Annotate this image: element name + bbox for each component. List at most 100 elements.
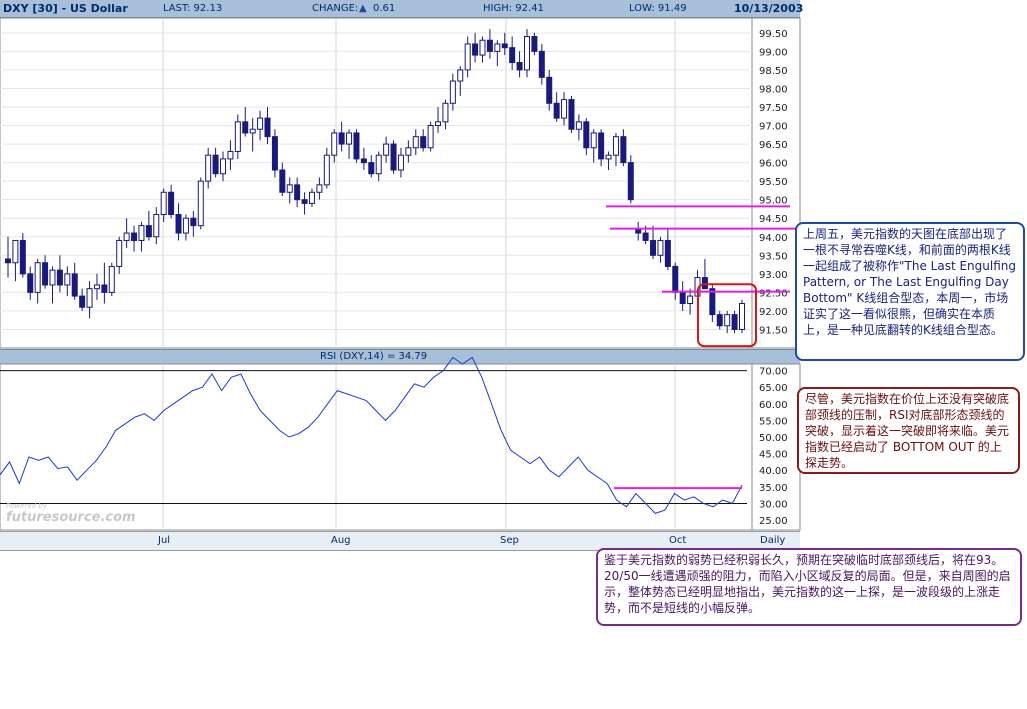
candle-body <box>635 228 642 234</box>
candle-body <box>657 239 664 256</box>
candle-body <box>301 199 308 204</box>
candle-body <box>153 214 160 238</box>
rsi-tick-label: 65.00 <box>759 383 788 394</box>
candle-body <box>212 154 219 175</box>
price-tick-label: 98.00 <box>759 84 788 95</box>
candle-body <box>672 265 679 293</box>
candle-body <box>516 61 523 71</box>
price-tick-label: 99.00 <box>759 47 788 58</box>
rsi-tick-label: 30.00 <box>759 499 788 510</box>
price-tick-label: 94.00 <box>759 233 788 244</box>
candle-body <box>494 43 501 52</box>
candle-body <box>190 217 197 227</box>
candle-body <box>724 314 731 327</box>
candle-body <box>664 239 671 267</box>
price-tick-label: 97.50 <box>759 103 788 114</box>
price-tick-label: 95.00 <box>759 196 788 207</box>
candle-body <box>435 121 442 127</box>
candle-body <box>286 184 293 193</box>
candle-body <box>523 36 530 71</box>
watermark-text: futuresource.com <box>6 510 136 525</box>
candle-body <box>464 43 471 71</box>
candle-body <box>5 258 11 264</box>
price-tick-label: 92.00 <box>759 307 788 318</box>
price-tick-label: 98.50 <box>759 66 788 77</box>
candle-body <box>642 232 649 241</box>
candle-body <box>716 314 723 327</box>
candle-body <box>353 132 360 160</box>
candle-body <box>86 288 93 308</box>
candle-body <box>412 136 419 149</box>
rsi-tick-label: 60.00 <box>759 400 788 411</box>
price-tick-label: 93.50 <box>759 251 788 262</box>
candle-body <box>234 121 241 152</box>
candle-body <box>227 150 234 160</box>
candle-body <box>346 132 353 145</box>
candle-body <box>71 273 78 297</box>
candle-body <box>739 303 745 330</box>
watermark: Powered by futuresource.com <box>6 502 136 525</box>
candle-body <box>131 232 138 241</box>
annotation-note-rsi: 尽管，美元指数在价位上还没有突破底部颈线的压制，RSI对底部形态颈线的突破，显示… <box>797 387 1020 474</box>
rsi-tick-label: 35.00 <box>759 483 788 494</box>
candle-body <box>546 76 553 104</box>
candle-body <box>182 217 189 234</box>
candle-body <box>509 47 516 63</box>
candle-body <box>627 162 634 201</box>
candle-body <box>701 277 708 290</box>
candle-body <box>145 225 152 238</box>
candle-body <box>405 147 412 156</box>
candle-body <box>731 314 738 330</box>
candle-body <box>331 132 338 156</box>
price-tick-label: 94.50 <box>759 214 788 225</box>
candle-body <box>479 39 486 56</box>
candle-body <box>390 143 397 171</box>
candle-body <box>205 154 212 182</box>
price-tick-label: 95.50 <box>759 177 788 188</box>
candle-body <box>249 128 256 134</box>
candle-body <box>583 121 590 149</box>
candle-body <box>568 99 575 130</box>
price-tick-label: 96.50 <box>759 140 788 151</box>
candle-body <box>242 121 249 134</box>
candle-body <box>679 291 686 305</box>
candle-body <box>64 273 71 286</box>
rsi-panel <box>0 363 801 531</box>
candle-body <box>49 269 56 286</box>
candle-body <box>397 154 404 171</box>
candle-body <box>34 262 41 293</box>
candle-body <box>138 225 145 241</box>
candle-body <box>257 117 264 130</box>
candle-body <box>308 191 315 204</box>
candle-body <box>338 132 345 145</box>
candle-body <box>168 191 175 216</box>
candle-body <box>19 239 26 275</box>
rsi-tick-label: 55.00 <box>759 416 788 427</box>
candle-body <box>375 154 382 175</box>
price-tick-label: 91.50 <box>759 325 788 336</box>
candle-body <box>531 36 538 52</box>
annotation-note-outlook: 鉴于美元指数的弱势已经积弱长久，预期在突破临时底部颈线后，将在93。20/50一… <box>596 548 1022 626</box>
annotation-note-engulfing: 上周五，美元指数的天图在底部出现了一根不寻常吞噬K线，和前面的两根K线一起组成了… <box>795 222 1025 361</box>
candle-body <box>383 143 390 156</box>
candle-body <box>575 121 582 130</box>
candle-body <box>175 214 182 234</box>
candle-body <box>687 295 694 305</box>
candle-body <box>360 158 367 164</box>
candle-body <box>538 50 545 78</box>
candle-body <box>42 262 49 286</box>
candle-body <box>316 184 323 193</box>
candle-body <box>93 284 100 290</box>
candle-body <box>123 232 130 241</box>
candle-body <box>620 136 627 164</box>
candle-body <box>160 191 167 216</box>
candle-body <box>294 184 301 201</box>
candle-body <box>449 80 456 104</box>
price-tick-label: 97.00 <box>759 122 788 133</box>
candle-body <box>457 69 464 82</box>
candle-body <box>12 239 19 264</box>
candle-body <box>368 162 375 175</box>
candle-body <box>590 132 597 149</box>
candle-body <box>197 180 204 227</box>
candle-body <box>271 136 278 171</box>
